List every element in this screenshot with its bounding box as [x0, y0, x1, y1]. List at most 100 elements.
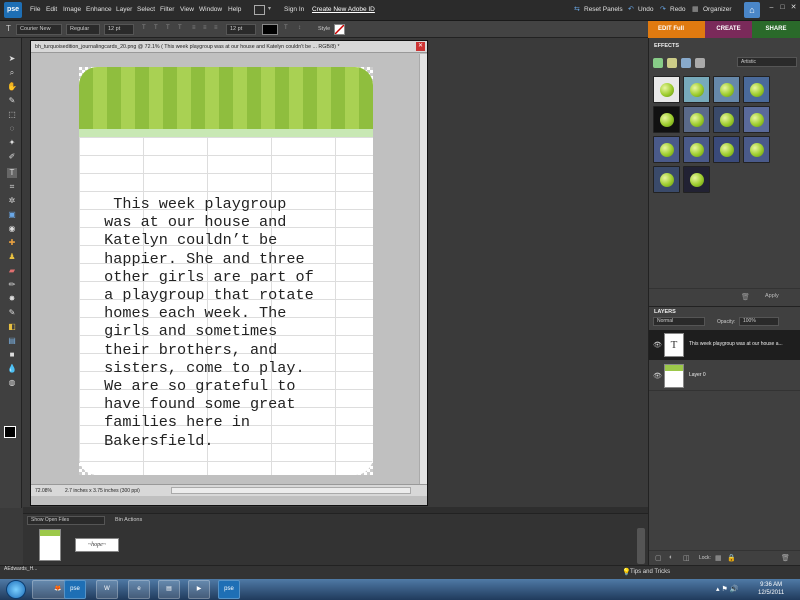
text-color-swatch[interactable]	[262, 24, 278, 35]
font-size-select[interactable]: 12 pt	[104, 24, 134, 35]
blur-tool-icon[interactable]: 💧	[7, 364, 17, 374]
document-vertical-scrollbar[interactable]	[419, 54, 427, 484]
menu-select[interactable]: Select	[137, 6, 155, 13]
paint-bucket-tool-icon[interactable]: ◧	[7, 322, 17, 332]
taskbar-pse-active[interactable]: pse	[218, 580, 240, 599]
menu-layer[interactable]: Layer	[116, 6, 132, 13]
zoom-tool-icon[interactable]: ⌕	[7, 68, 17, 78]
shape-tool-icon[interactable]: ■	[7, 350, 17, 360]
pencil-tool-icon[interactable]: ✎	[7, 308, 17, 318]
effect-thumb[interactable]	[713, 136, 740, 163]
brush-tool-icon[interactable]: ✏	[7, 280, 17, 290]
apply-effect-button[interactable]: Apply	[765, 293, 779, 299]
align-center-icon[interactable]: ≡	[203, 25, 207, 31]
recompose-tool-icon[interactable]: ▣	[7, 210, 17, 220]
taskbar-media-icon[interactable]: ▶	[188, 580, 210, 599]
undo-icon[interactable]: ↶	[628, 5, 634, 13]
zoom-level[interactable]: 72.08%	[35, 485, 52, 497]
menu-image[interactable]: Image	[63, 6, 81, 13]
foreground-color-swatch[interactable]	[4, 426, 16, 438]
marquee-tool-icon[interactable]: ⬚	[7, 110, 17, 120]
bold-icon[interactable]: T	[142, 25, 146, 31]
blend-mode-select[interactable]: Normal	[653, 317, 705, 326]
redo-icon[interactable]: ↷	[660, 5, 666, 13]
taskbar-word-icon[interactable]: W	[96, 580, 118, 599]
italic-icon[interactable]: T	[154, 25, 158, 31]
effects-category-select[interactable]: Artistic	[737, 57, 797, 67]
effect-thumb[interactable]	[653, 166, 680, 193]
sponge-tool-icon[interactable]: ◍	[7, 378, 17, 388]
menu-filter[interactable]: Filter	[160, 6, 174, 13]
taskbar-ie-icon[interactable]: e	[128, 580, 150, 599]
quick-selection-tool-icon[interactable]: ✐	[7, 152, 17, 162]
magic-wand-tool-icon[interactable]: ✦	[7, 138, 17, 148]
taskbar-clock[interactable]: 9:36 AM 12/5/2011	[758, 581, 784, 597]
start-button[interactable]	[6, 580, 26, 599]
strikethrough-icon[interactable]: T	[178, 25, 182, 31]
eye-icon[interactable]: 👁	[653, 372, 662, 380]
effect-thumb[interactable]	[743, 136, 770, 163]
system-tray-icons[interactable]: ▴ ⚑ 🔊	[716, 585, 738, 593]
taskbar-explorer-icon[interactable]: ▤	[158, 580, 180, 599]
document-horizontal-scrollbar[interactable]	[171, 487, 411, 494]
reset-panels-button[interactable]: Reset Panels	[584, 6, 623, 13]
menu-help[interactable]: Help	[228, 6, 241, 13]
effect-thumb[interactable]	[743, 106, 770, 133]
delete-layer-icon[interactable]: 🗑	[781, 554, 790, 562]
layer-row-text[interactable]: 👁 T This week playgroup was at our house…	[649, 330, 800, 360]
healing-brush-tool-icon[interactable]: ✚	[7, 238, 17, 248]
menu-view[interactable]: View	[180, 6, 194, 13]
cookie-cutter-tool-icon[interactable]: ✲	[7, 196, 17, 206]
home-icon[interactable]: ⌂	[744, 2, 760, 18]
trash-icon[interactable]: 🗑	[741, 293, 750, 301]
red-eye-tool-icon[interactable]: ◉	[7, 224, 17, 234]
sign-in-link[interactable]: Sign In	[284, 6, 304, 13]
filters-icon[interactable]	[653, 58, 663, 68]
minimize-icon[interactable]: –	[766, 2, 777, 13]
type-tool-button-icon[interactable]: T	[7, 168, 17, 178]
menu-enhance[interactable]: Enhance	[86, 6, 112, 13]
eye-icon[interactable]: 👁	[653, 341, 662, 349]
font-style-select[interactable]: Regular	[66, 24, 100, 35]
undo-button[interactable]: Undo	[638, 6, 654, 13]
effect-thumb[interactable]	[653, 106, 680, 133]
bin-thumbnail-word-art[interactable]: ~hope~	[75, 538, 119, 552]
effect-thumb[interactable]	[653, 136, 680, 163]
smart-brush-tool-icon[interactable]: ✸	[7, 294, 17, 304]
tab-create[interactable]: CREATE	[705, 21, 752, 38]
eraser-tool-icon[interactable]: ▰	[7, 266, 17, 276]
taskbar-task-label[interactable]: AEdwards_H...	[4, 566, 54, 576]
document-close-icon[interactable]: ✕	[416, 42, 425, 51]
effect-thumb[interactable]	[683, 106, 710, 133]
redo-button[interactable]: Redo	[670, 6, 686, 13]
create-adobe-id-link[interactable]: Create New Adobe ID	[312, 6, 375, 13]
eyedropper-tool-icon[interactable]: ✎	[7, 96, 17, 106]
font-family-select[interactable]: Courier New	[16, 24, 62, 35]
journaling-card-canvas[interactable]: This week playgroup was at our house and…	[79, 67, 373, 475]
hand-tool-icon[interactable]: ✋	[7, 82, 17, 92]
journal-text[interactable]: This week playgroup was at our house and…	[95, 195, 367, 450]
lasso-tool-icon[interactable]: ◌	[7, 124, 17, 134]
leading-select[interactable]: 12 pt	[226, 24, 256, 35]
menu-edit[interactable]: Edit	[46, 6, 57, 13]
gradient-tool-icon[interactable]: ▤	[7, 336, 17, 346]
menu-file[interactable]: File	[30, 6, 40, 13]
lock-icon[interactable]: 🔒	[727, 554, 736, 562]
effect-thumb[interactable]	[653, 76, 680, 103]
menu-window[interactable]: Window	[199, 6, 222, 13]
orientation-icon[interactable]: ↕	[298, 25, 301, 31]
layer-row-layer-0[interactable]: 👁 Layer 0	[649, 361, 800, 391]
bin-thumbnail-card[interactable]	[39, 529, 61, 561]
new-layer-icon[interactable]: ▢	[655, 554, 662, 562]
layer-styles-icon[interactable]	[667, 58, 677, 68]
photo-effects-icon[interactable]	[681, 58, 691, 68]
effect-thumb[interactable]	[683, 166, 710, 193]
tips-and-tricks-link[interactable]: Tips and Tricks	[630, 569, 670, 575]
opacity-input[interactable]: 100%	[739, 317, 779, 326]
tab-edit-full[interactable]: EDIT Full	[648, 21, 705, 38]
document-title[interactable]: bh_turquoisedition_journalingcards_20.pn…	[31, 41, 427, 53]
bin-actions-button[interactable]: Bin Actions	[115, 517, 142, 523]
effect-thumb[interactable]	[683, 136, 710, 163]
reset-panels-icon[interactable]: ⇆	[574, 5, 580, 13]
bin-scrollbar[interactable]	[637, 528, 645, 564]
